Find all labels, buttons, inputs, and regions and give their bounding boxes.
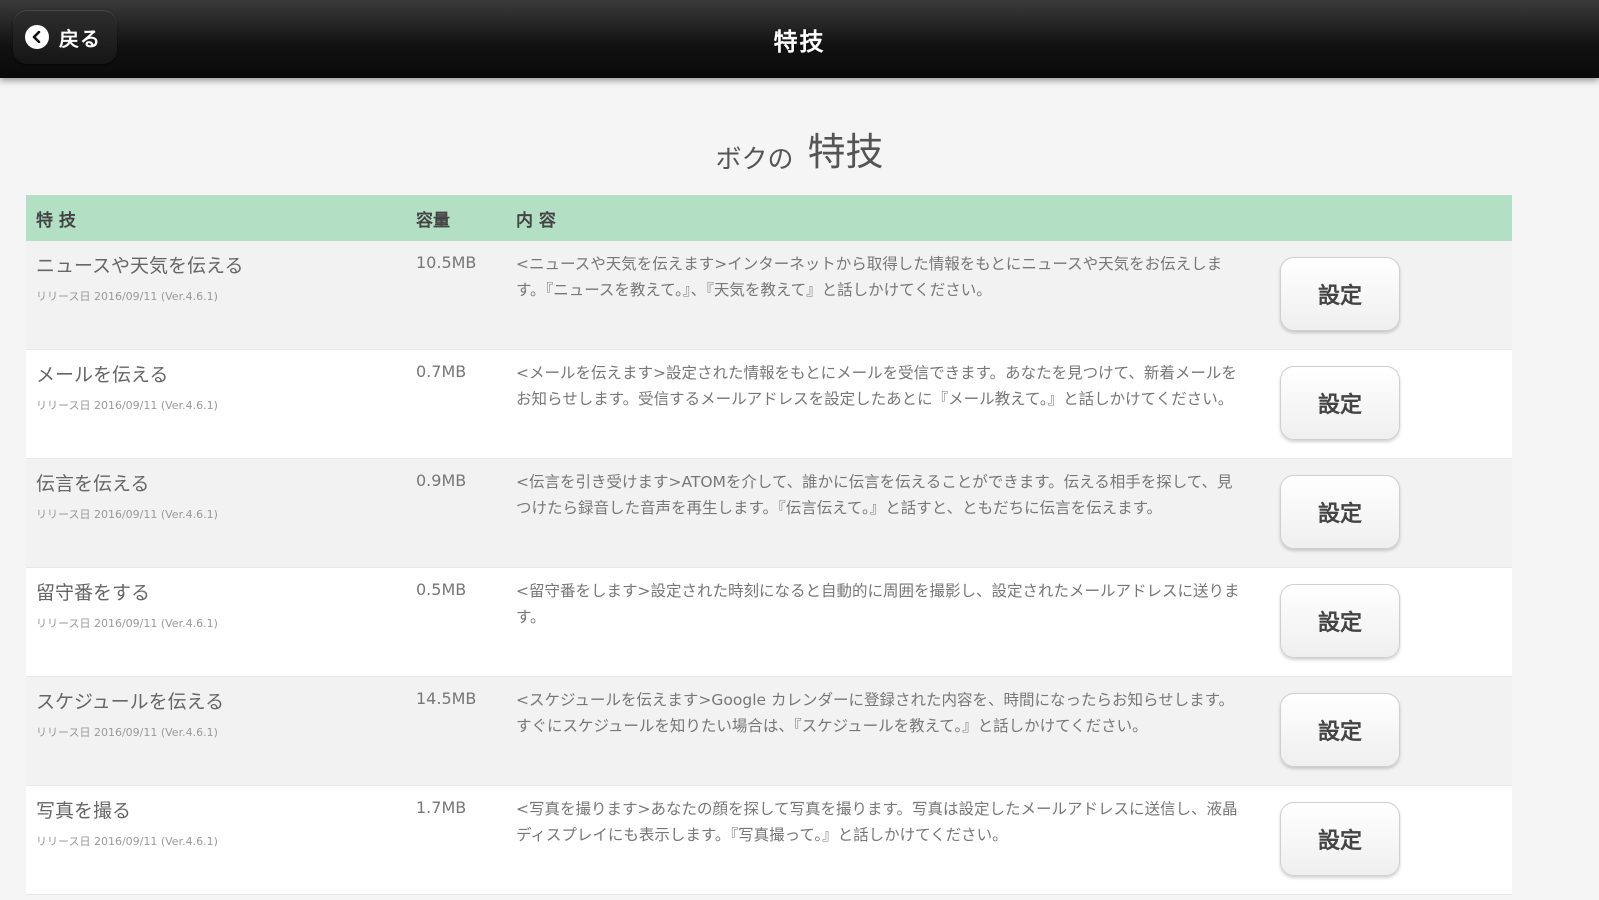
skill-cell: 伝言を伝える リリース日 2016/09/11 (Ver.4.6.1) xyxy=(26,459,416,522)
release-date: リリース日 2016/09/11 (Ver.4.6.1) xyxy=(36,508,218,521)
header-name: 特 技 xyxy=(36,210,76,231)
skill-size: 0.7MB xyxy=(416,362,467,381)
page-heading: ボクの 特技 xyxy=(0,116,1599,176)
back-button[interactable]: 戻る xyxy=(13,10,117,64)
settings-button[interactable]: 設定 xyxy=(1280,257,1400,331)
page-heading-title: 特技 xyxy=(807,130,884,174)
table-row: スケジュールを伝える リリース日 2016/09/11 (Ver.4.6.1) … xyxy=(26,677,1512,786)
skill-cell: 写真を撮る リリース日 2016/09/11 (Ver.4.6.1) xyxy=(26,786,416,849)
release-date: リリース日 2016/09/11 (Ver.4.6.1) xyxy=(36,835,218,848)
release-date: リリース日 2016/09/11 (Ver.4.6.1) xyxy=(36,399,218,412)
header-desc: 内 容 xyxy=(516,210,556,231)
skill-size: 0.5MB xyxy=(416,580,467,599)
skill-cell: スケジュールを伝える リリース日 2016/09/11 (Ver.4.6.1) xyxy=(26,677,416,740)
skill-description: <スケジュールを伝えます>Google カレンダーに登録された内容を、時間になっ… xyxy=(516,691,1235,735)
table-row: メールを伝える リリース日 2016/09/11 (Ver.4.6.1) 0.7… xyxy=(26,350,1512,459)
page-heading-prefix: ボクの xyxy=(715,145,794,175)
skill-name: ニュースや天気を伝える xyxy=(36,255,244,277)
settings-button[interactable]: 設定 xyxy=(1280,475,1400,549)
back-button-label: 戻る xyxy=(59,26,101,51)
skill-name: 写真を撮る xyxy=(36,800,132,822)
release-date: リリース日 2016/09/11 (Ver.4.6.1) xyxy=(36,726,218,739)
skill-size: 0.9MB xyxy=(416,471,467,490)
skill-cell: メールを伝える リリース日 2016/09/11 (Ver.4.6.1) xyxy=(26,350,416,413)
skill-description: <留守番をします>設定された時刻になると自動的に周囲を撮影し、設定されたメールア… xyxy=(516,582,1240,626)
chevron-left-icon xyxy=(25,25,49,49)
release-date: リリース日 2016/09/11 (Ver.4.6.1) xyxy=(36,617,218,630)
table-row: ニュースや天気を伝える リリース日 2016/09/11 (Ver.4.6.1)… xyxy=(26,241,1512,350)
release-date: リリース日 2016/09/11 (Ver.4.6.1) xyxy=(36,290,218,303)
settings-button[interactable]: 設定 xyxy=(1280,802,1400,876)
skill-name: スケジュールを伝える xyxy=(36,691,225,713)
table-header: 特 技 容量 内 容 xyxy=(26,195,1512,241)
skill-size: 14.5MB xyxy=(416,689,477,708)
skill-cell: 留守番をする リリース日 2016/09/11 (Ver.4.6.1) xyxy=(26,568,416,631)
skill-name: 留守番をする xyxy=(36,582,151,604)
table-row: 写真を撮る リリース日 2016/09/11 (Ver.4.6.1) 1.7MB… xyxy=(26,786,1512,895)
skill-size: 10.5MB xyxy=(416,253,477,272)
skill-cell: ニュースや天気を伝える リリース日 2016/09/11 (Ver.4.6.1) xyxy=(26,241,416,304)
settings-button[interactable]: 設定 xyxy=(1280,693,1400,767)
skill-name: メールを伝える xyxy=(36,364,169,386)
skill-name: 伝言を伝える xyxy=(36,473,150,495)
navigation-bar: 戻る 特技 xyxy=(0,0,1599,78)
skill-description: <伝言を引き受けます>ATOMを介して、誰かに伝言を伝えることができます。伝える… xyxy=(516,473,1233,517)
table-row: 留守番をする リリース日 2016/09/11 (Ver.4.6.1) 0.5M… xyxy=(26,568,1512,677)
skill-description: <メールを伝えます>設定された情報をもとにメールを受信できます。あなたを見つけて… xyxy=(516,364,1237,408)
table-row: 伝言を伝える リリース日 2016/09/11 (Ver.4.6.1) 0.9M… xyxy=(26,459,1512,568)
settings-button[interactable]: 設定 xyxy=(1280,584,1400,658)
skill-description: <ニュースや天気を伝えます>インターネットから取得した情報をもとにニュースや天気… xyxy=(516,255,1223,299)
skill-description: <写真を撮ります>あなたの顔を探して写真を撮ります。写真は設定したメールアドレス… xyxy=(516,800,1238,844)
table-body: ニュースや天気を伝える リリース日 2016/09/11 (Ver.4.6.1)… xyxy=(26,241,1512,895)
skill-size: 1.7MB xyxy=(416,798,467,817)
header-size: 容量 xyxy=(416,210,450,231)
skills-table: 特 技 容量 内 容 ニュースや天気を伝える リリース日 2016/09/11 … xyxy=(26,195,1512,895)
nav-title: 特技 xyxy=(773,27,826,56)
settings-button[interactable]: 設定 xyxy=(1280,366,1400,440)
